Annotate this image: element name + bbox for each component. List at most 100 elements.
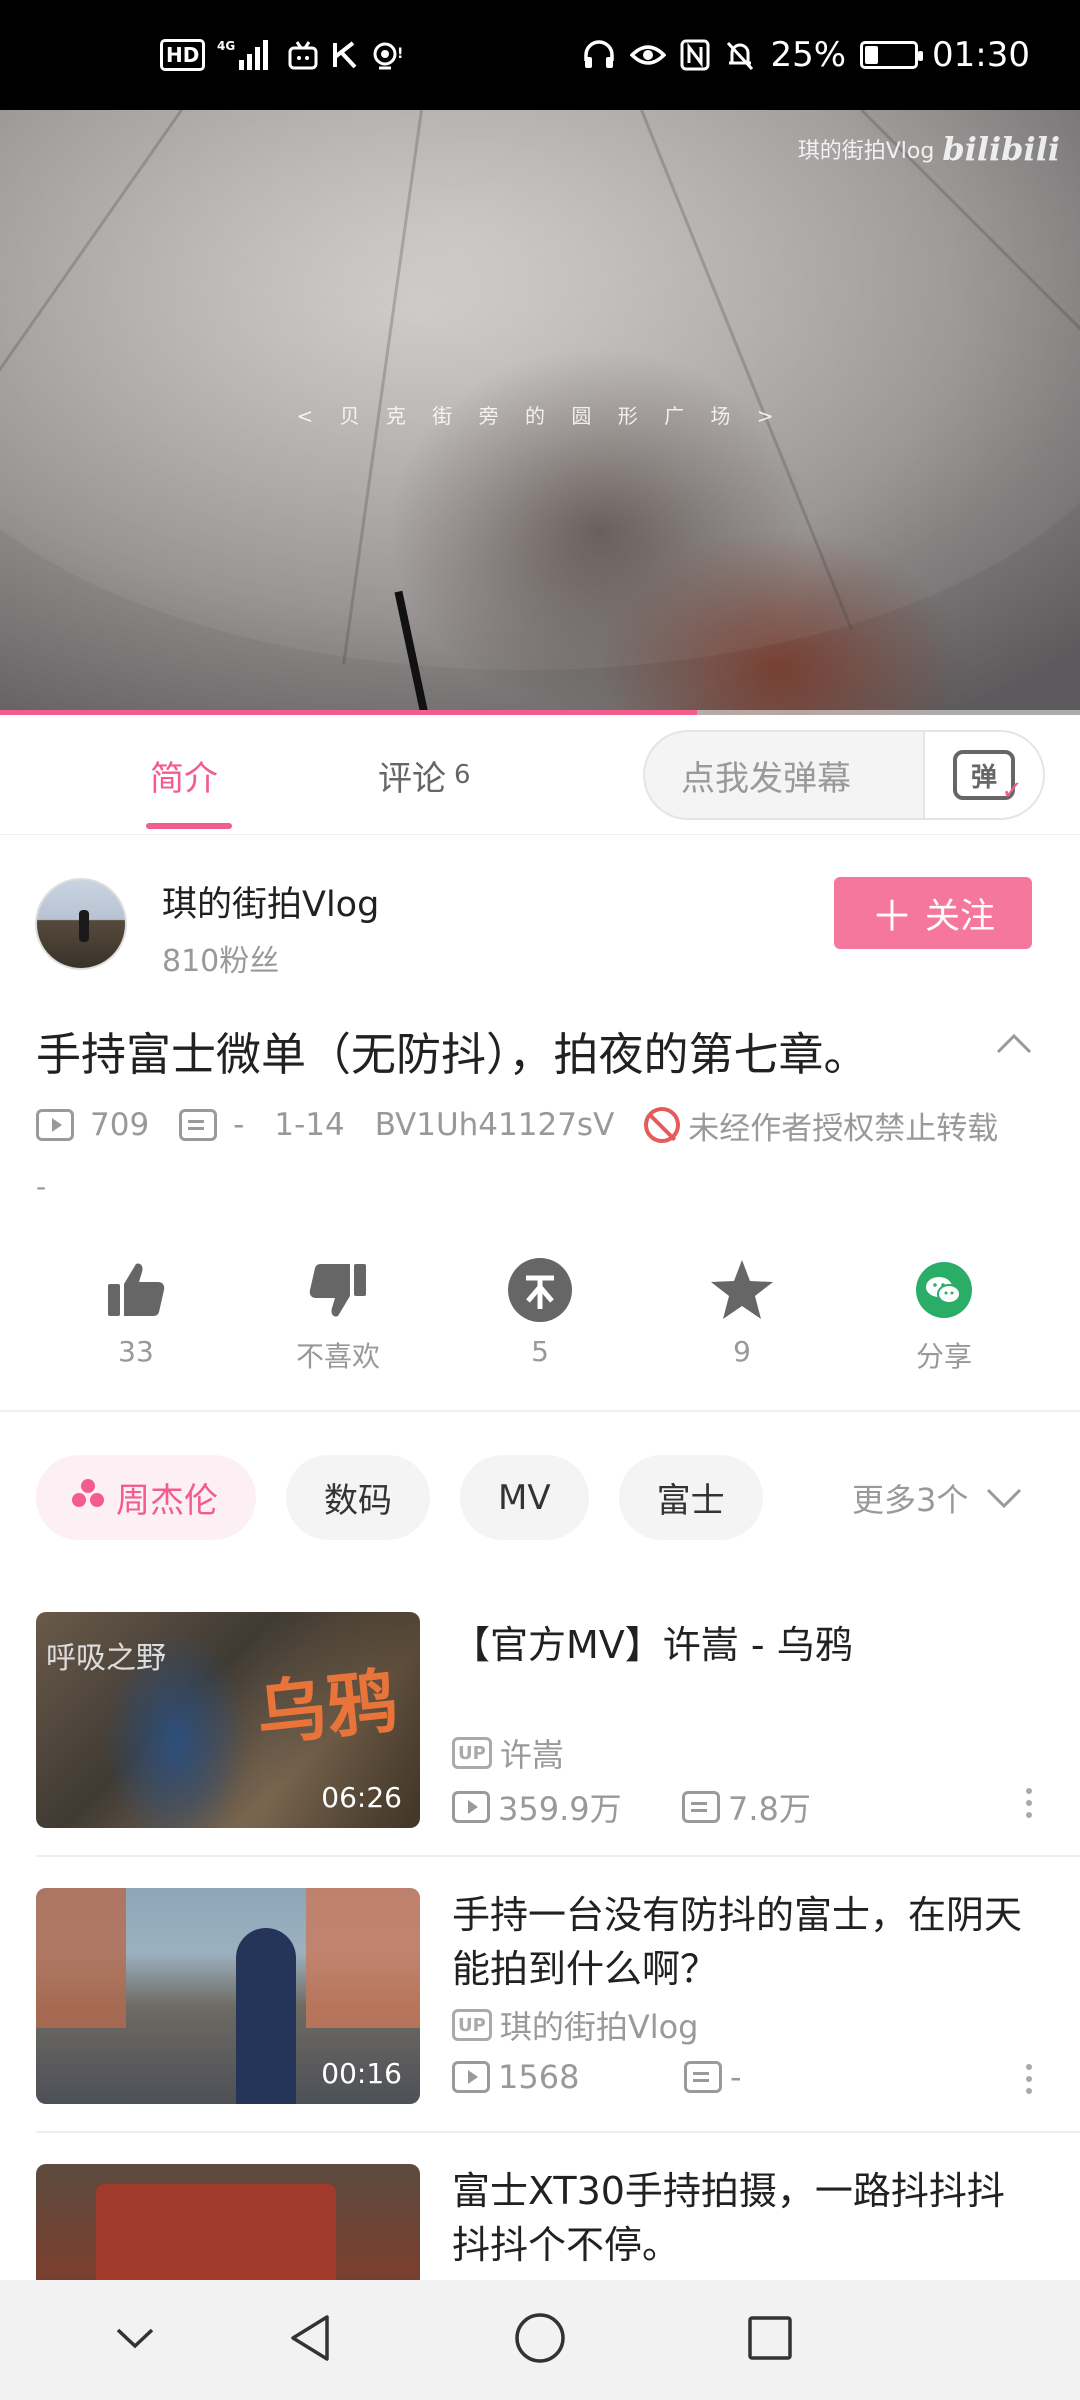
system-nav-bar	[0, 2280, 1080, 2400]
video-frame-umbrella	[0, 110, 1080, 670]
tab-indicator	[146, 823, 232, 829]
k-app-icon	[331, 40, 359, 70]
related-video-title: 富士XT30手持拍摄，一路抖抖抖抖抖个不停。	[452, 2169, 1005, 2267]
thumbnail-art-text: 乌鸦	[252, 1659, 401, 1757]
danmaku-input[interactable]: 点我发弹幕 弹 ✓	[643, 730, 1045, 820]
wechat-icon	[909, 1255, 979, 1325]
clock: 01:30	[932, 35, 1030, 75]
uploader-fans: 810粉丝	[162, 944, 280, 979]
related-views: 359.9万	[498, 1790, 622, 1828]
battery-icon	[860, 41, 924, 69]
related-video-uploader: UP 许嵩	[452, 1730, 564, 1776]
related-video-stats: 1568 -	[452, 2058, 742, 2096]
video-watermark: 琪的街拍Vlog bilibili	[798, 130, 1060, 168]
meta-danmaku: -	[179, 1107, 244, 1143]
tab-comments-count: 6	[454, 760, 471, 790]
hot-tag-icon	[70, 1477, 106, 1518]
like-button[interactable]: 33	[56, 1255, 216, 1368]
related-video-uploader: UP 琪的街拍Vlog	[452, 2002, 699, 2048]
section-divider	[0, 1410, 1080, 1412]
related-video-stats: 359.9万 7.8万	[452, 1784, 811, 1830]
star-icon	[707, 1255, 777, 1325]
meta-views: 709	[36, 1107, 149, 1143]
follow-button[interactable]: ＋ 关注	[834, 877, 1032, 949]
watermark-channel: 琪的街拍Vlog	[797, 139, 935, 164]
hd-icon: HD	[160, 39, 206, 71]
favorite-button[interactable]: 9	[662, 1255, 822, 1368]
headphones-icon	[582, 39, 616, 71]
tag-item[interactable]: 数码	[286, 1455, 430, 1540]
video-duration: 00:16	[321, 2057, 402, 2090]
tag-label: 富士	[656, 1481, 725, 1521]
video-caption: < 贝 克 街 旁 的 圆 形 广 场 >	[296, 404, 784, 428]
meta-date: 1-14	[274, 1107, 344, 1143]
plus-icon: ＋	[870, 891, 913, 941]
video-duration: 06:26	[321, 1781, 402, 1814]
thumbs-up-icon	[101, 1255, 171, 1325]
tag-item[interactable]: 富士	[618, 1455, 763, 1540]
thumbnail-side-text: 呼吸之野	[46, 1641, 166, 1676]
tag-item[interactable]: 周杰伦	[36, 1455, 256, 1540]
related-video-title: 手持一台没有防抖的富士，在阴天能拍到什么啊？	[452, 1893, 1023, 1991]
share-label: 分享	[915, 1340, 972, 1373]
danmaku-toggle-button[interactable]: 弹 ✓	[923, 732, 1043, 818]
related-danmaku: -	[730, 2058, 742, 2096]
tab-comments[interactable]: 评论 6	[378, 715, 471, 835]
chevron-down-icon	[115, 2326, 155, 2354]
more-tags-label: 更多3个	[852, 1480, 969, 1519]
tab-intro[interactable]: 简介	[150, 715, 218, 835]
danmaku-count-icon	[684, 2061, 722, 2093]
like-count: 33	[118, 1335, 154, 1368]
copyright-notice: 未经作者授权禁止转载	[688, 1110, 999, 1147]
home-circle-icon	[514, 2312, 566, 2368]
more-options-icon[interactable]	[1026, 2064, 1036, 2094]
tag-item[interactable]: MV	[460, 1455, 589, 1540]
coin-count: 5	[531, 1335, 549, 1368]
recents-button[interactable]	[710, 2280, 830, 2400]
views-count: 709	[90, 1107, 150, 1143]
battery-percent: 25%	[770, 35, 847, 75]
uploader-avatar[interactable]	[35, 878, 127, 970]
check-icon: ✓	[1001, 776, 1023, 806]
eye-icon	[630, 41, 667, 69]
home-button[interactable]	[480, 2280, 600, 2400]
no-reprint-icon	[644, 1107, 681, 1143]
uploader-name[interactable]: 琪的街拍Vlog	[162, 876, 379, 927]
back-button[interactable]	[250, 2280, 370, 2400]
related-video-item[interactable]: 呼吸之野 乌鸦 06:26 【官方MV】许嵩 - 乌鸦 UP 许嵩 359.9万…	[36, 1612, 1046, 1852]
play-count-icon	[452, 1791, 490, 1823]
svg-text:!: !	[397, 46, 403, 62]
back-triangle-icon	[287, 2313, 333, 2367]
tag-label: 数码	[324, 1481, 392, 1521]
location-app-icon: !	[371, 40, 405, 70]
video-thumbnail	[36, 2164, 420, 2280]
tab-bar: 简介 评论 6 点我发弹幕 弹 ✓	[0, 715, 1080, 835]
related-views: 1568	[498, 2058, 580, 2096]
share-button[interactable]: 分享	[864, 1255, 1024, 1375]
more-tags-button[interactable]: 更多3个	[852, 1455, 1022, 1540]
tab-comments-label: 评论	[378, 758, 446, 799]
more-options-icon[interactable]	[1026, 1788, 1036, 1818]
svg-text:4G: 4G	[217, 39, 235, 53]
video-thumbnail: 00:16	[36, 1888, 420, 2104]
related-video-item[interactable]: 富士XT30手持拍摄，一路抖抖抖抖抖个不停。	[36, 2164, 1046, 2280]
video-player[interactable]: < 贝 克 街 旁 的 圆 形 广 场 > 琪的街拍Vlog bilibili	[0, 110, 1080, 715]
battery-fill	[865, 46, 879, 64]
meta-copyright: 未经作者授权禁止转载	[644, 1103, 998, 1148]
hide-keyboard-button[interactable]	[75, 2280, 195, 2400]
dislike-button[interactable]: 不喜欢	[258, 1255, 418, 1375]
play-count-icon	[452, 2061, 490, 2093]
mute-icon	[724, 39, 756, 71]
bvid: BV1Uh41127sV	[374, 1107, 615, 1143]
danmaku-count: -	[233, 1107, 245, 1143]
related-uploader-name: 许嵩	[499, 1736, 564, 1774]
signal-icon: 4G	[217, 38, 275, 72]
tag-label: MV	[498, 1477, 551, 1518]
coin-icon	[505, 1255, 575, 1325]
related-video-item[interactable]: 00:16 手持一台没有防抖的富士，在阴天能拍到什么啊？ UP 琪的街拍Vlog…	[36, 1888, 1046, 2128]
video-meta: 709 - 1-14 BV1Uh41127sV 未经作者授权禁止转载	[36, 1100, 998, 1150]
chevron-up-icon[interactable]	[996, 1026, 1032, 1062]
video-title: 手持富士微单（无防抖），拍夜的第七章。	[36, 1028, 869, 1081]
coin-button[interactable]: 5	[460, 1255, 620, 1368]
video-description: -	[36, 1170, 47, 1203]
